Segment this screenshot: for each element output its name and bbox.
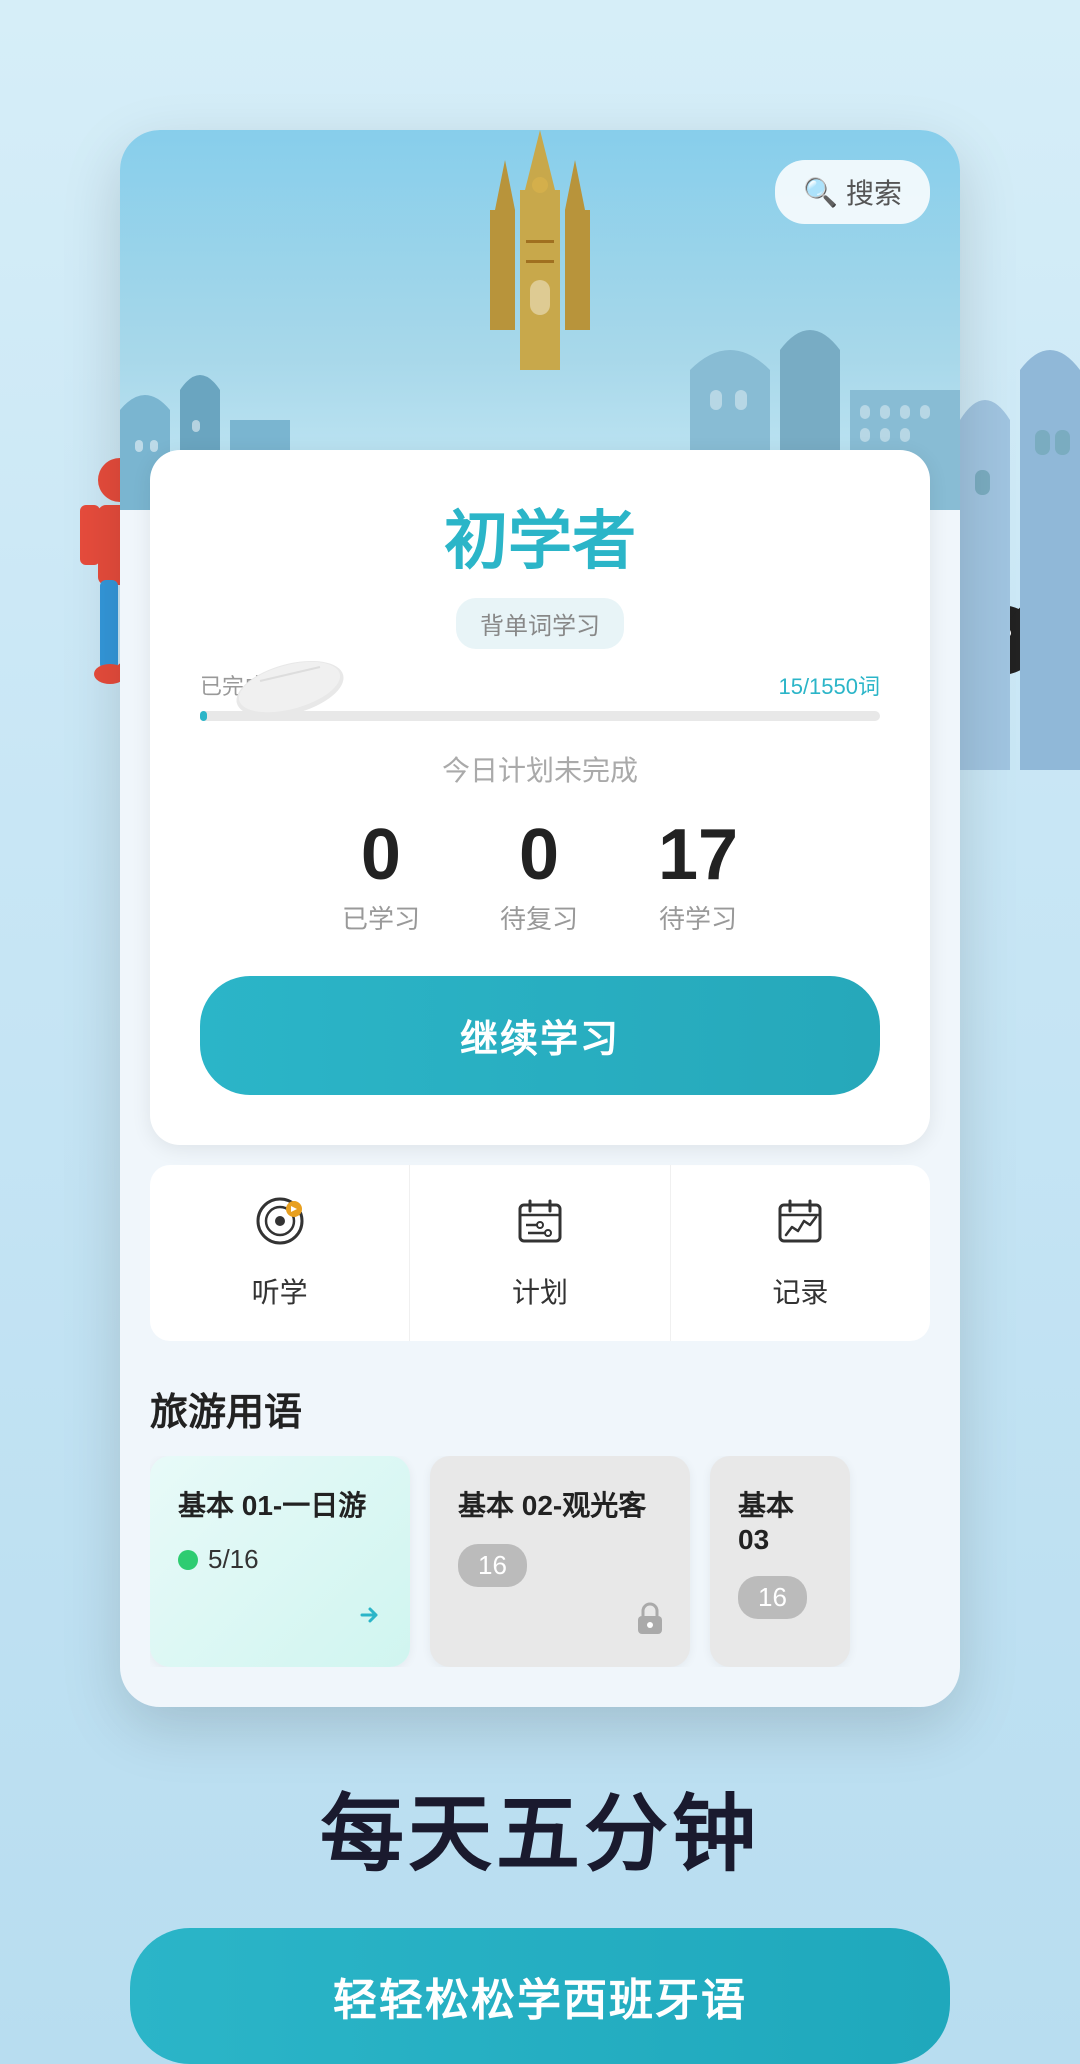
app-card: 🔍 搜索 初学者 背单词学习 已完成 0% 15/1550词 今日计划未完成 xyxy=(120,130,960,1707)
cathedral-icon xyxy=(430,130,650,450)
plan-status: 今日计划未完成 xyxy=(200,749,880,789)
progress-right: 15/1550词 xyxy=(778,669,880,701)
stat-review-label: 待复习 xyxy=(500,899,578,936)
course-card-3[interactable]: 基本 03 16 xyxy=(710,1456,850,1667)
main-learning-card: 初学者 背单词学习 已完成 0% 15/1550词 今日计划未完成 0 已学习 xyxy=(150,450,930,1145)
bottom-title: 每天五分钟 xyxy=(320,1767,760,1888)
stats-row: 0 已学习 0 待复习 17 待学习 xyxy=(200,819,880,936)
course-1-count: 5/16 xyxy=(208,1544,259,1575)
cta-button[interactable]: 轻轻松松学西班牙语 xyxy=(130,1928,950,2064)
course-1-arrow-icon xyxy=(346,1593,390,1647)
course-row: 基本 01-一日游 5/16 基本 02-观光客 16 xyxy=(150,1456,930,1667)
tab-record-label: 记录 xyxy=(772,1271,828,1311)
search-icon: 🔍 xyxy=(803,176,838,209)
tab-listen-label: 听学 xyxy=(252,1271,308,1311)
search-button[interactable]: 🔍 搜索 xyxy=(775,160,930,224)
course-2-count: 16 xyxy=(458,1544,527,1587)
course-1-title: 基本 01-一日游 xyxy=(178,1484,382,1524)
stat-review-value: 0 xyxy=(500,819,578,891)
plan-icon xyxy=(514,1195,566,1259)
continue-button[interactable]: 继续学习 xyxy=(200,976,880,1095)
badge-label: 背单词学习 xyxy=(456,598,624,649)
level-title: 初学者 xyxy=(200,490,880,582)
course-1-progress: 5/16 xyxy=(178,1544,382,1575)
tab-record[interactable]: 记录 xyxy=(671,1165,930,1341)
stat-studied-label: 已学习 xyxy=(342,899,420,936)
stat-pending-label: 待学习 xyxy=(658,899,738,936)
stat-review: 0 待复习 xyxy=(500,819,578,936)
progress-dot xyxy=(178,1550,198,1570)
tab-plan[interactable]: 计划 xyxy=(410,1165,670,1341)
tab-plan-label: 计划 xyxy=(512,1271,568,1311)
progress-bar-fill xyxy=(200,711,207,721)
course-2-title: 基本 02-观光客 xyxy=(458,1484,662,1524)
course-3-title: 基本 03 xyxy=(738,1484,822,1556)
book-illustration xyxy=(230,649,350,729)
stat-pending: 17 待学习 xyxy=(658,819,738,936)
search-label: 搜索 xyxy=(846,172,902,212)
stat-pending-value: 17 xyxy=(658,819,738,891)
course-card-1[interactable]: 基本 01-一日游 5/16 xyxy=(150,1456,410,1667)
course-3-count: 16 xyxy=(738,1576,807,1619)
lock-icon xyxy=(630,1598,670,1647)
course-card-2[interactable]: 基本 02-观光客 16 xyxy=(430,1456,690,1667)
section-title: 旅游用语 xyxy=(150,1381,930,1436)
bottom-section: 每天五分钟 轻轻松松学西班牙语 xyxy=(0,1767,1080,2064)
stat-studied: 0 已学习 xyxy=(342,819,420,936)
stat-studied-value: 0 xyxy=(342,819,420,891)
tabs-row: 听学 计划 xyxy=(150,1165,930,1341)
listen-icon xyxy=(254,1195,306,1259)
tab-listen[interactable]: 听学 xyxy=(150,1165,410,1341)
record-icon xyxy=(774,1195,826,1259)
